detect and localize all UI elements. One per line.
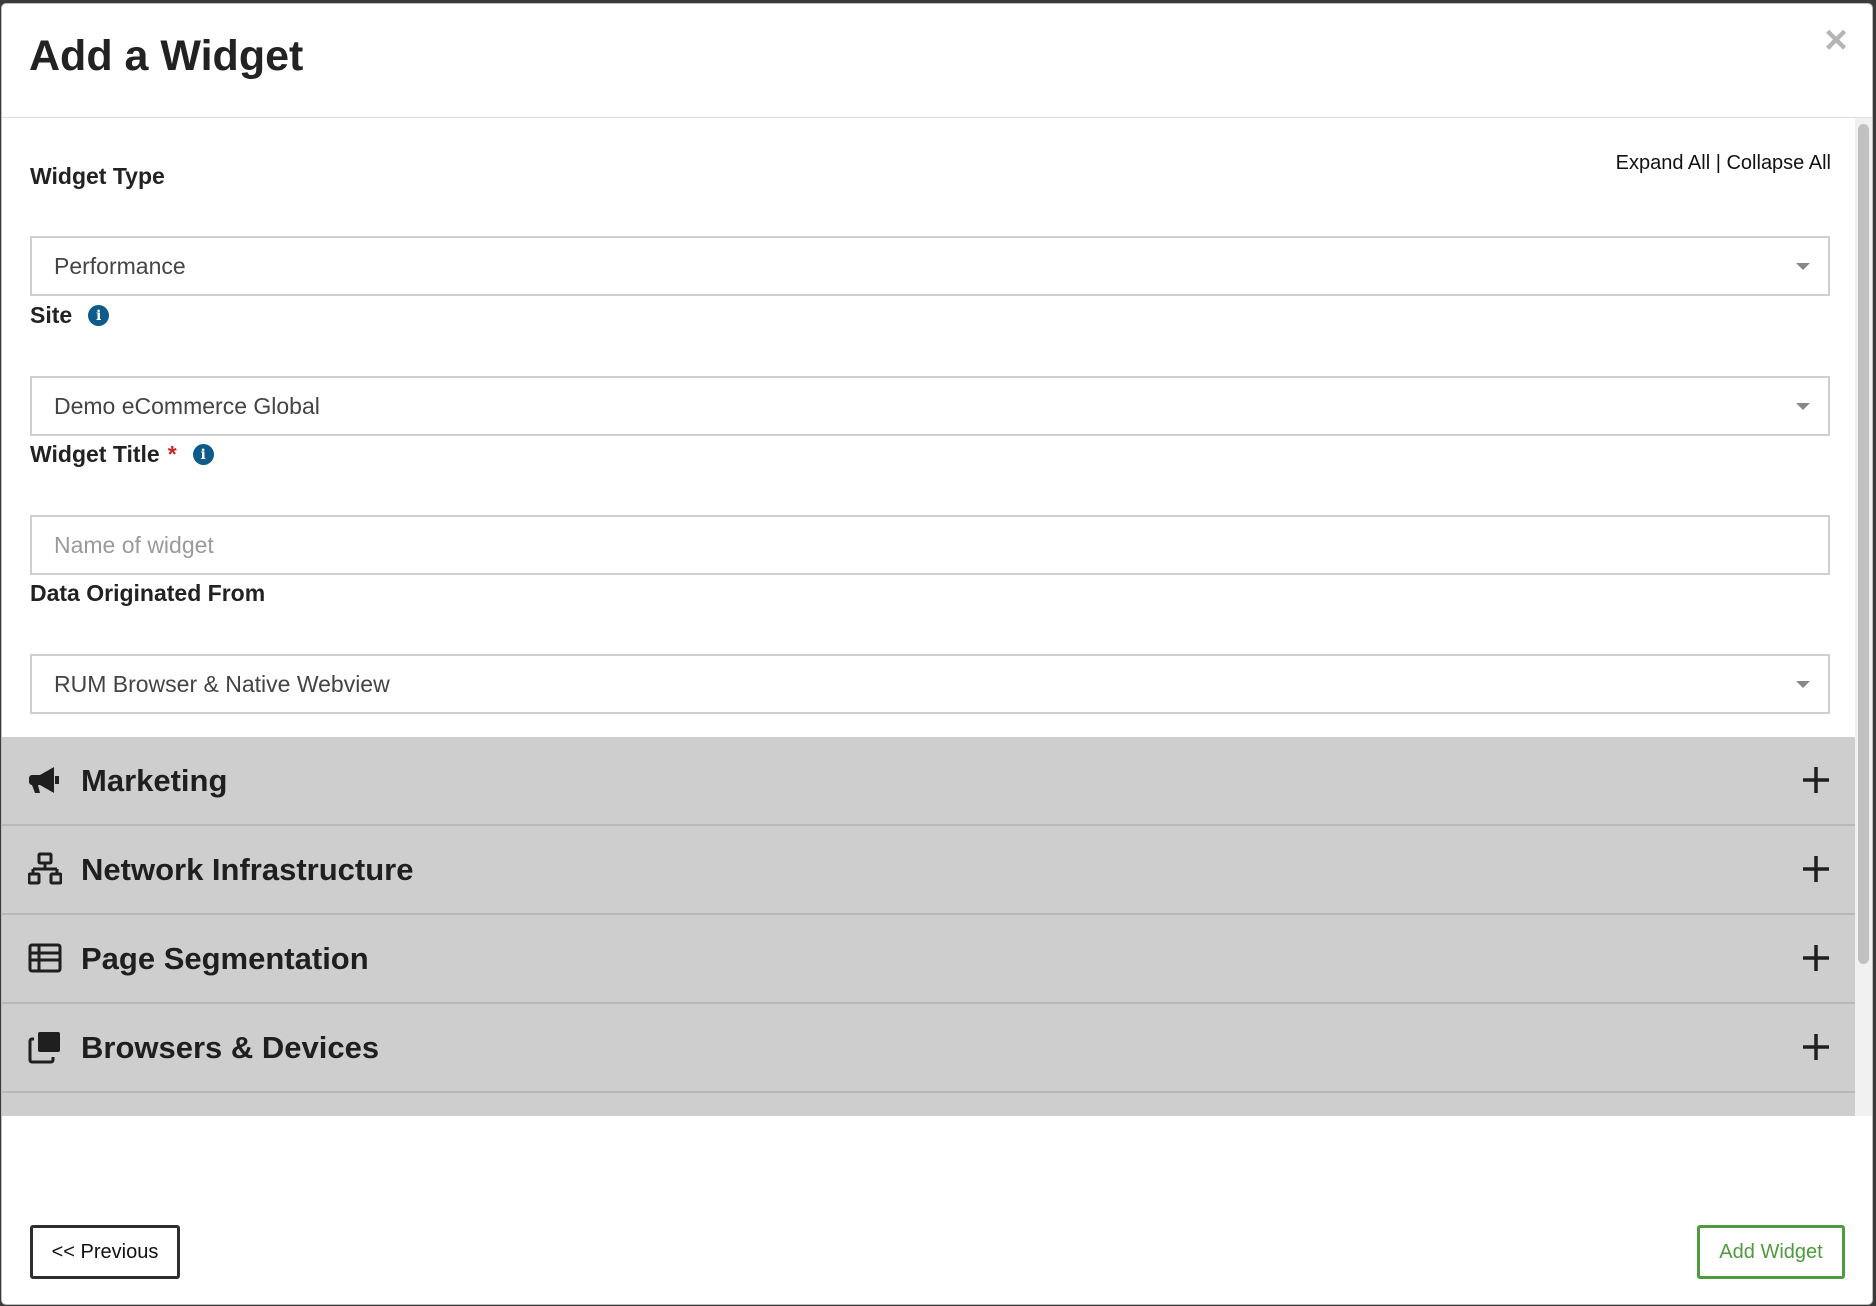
- widget-title-input[interactable]: Name of widget: [30, 515, 1830, 575]
- close-icon[interactable]: ×: [1818, 20, 1854, 60]
- site-label: Site i: [30, 302, 110, 329]
- plus-icon[interactable]: [1799, 852, 1833, 886]
- copy-windows-icon: [28, 1032, 60, 1064]
- add-widget-button[interactable]: Add Widget: [1697, 1225, 1845, 1279]
- accordion-item-marketing[interactable]: Marketing: [2, 737, 1855, 826]
- widget-title-placeholder: Name of widget: [54, 531, 214, 558]
- plus-icon[interactable]: [1799, 1030, 1833, 1064]
- widget-title-label: Widget Title * i: [30, 441, 214, 468]
- accordion-item-browsers-devices[interactable]: Browsers & Devices: [2, 1004, 1855, 1093]
- widget-title-label-text: Widget Title: [30, 441, 160, 467]
- expand-collapse-links: Expand All | Collapse All: [1616, 152, 1831, 175]
- info-icon[interactable]: i: [192, 444, 214, 465]
- data-origin-select[interactable]: RUM Browser & Native Webview: [30, 654, 1830, 714]
- chevron-down-icon: [1796, 403, 1810, 410]
- chevron-down-icon: [1796, 681, 1810, 688]
- previous-button[interactable]: << Previous: [30, 1225, 180, 1279]
- accordion-label: Browsers & Devices: [81, 1029, 380, 1065]
- modal-title: Add a Widget: [29, 32, 304, 80]
- widget-type-label-text: Widget Type: [30, 163, 165, 189]
- modal-body: Expand All | Collapse All Widget Type Pe…: [2, 118, 1855, 1116]
- widget-type-value: Performance: [54, 252, 186, 279]
- accordion-label: Marketing: [81, 762, 228, 798]
- site-select[interactable]: Demo eCommerce Global: [30, 376, 1830, 436]
- network-icon: [28, 852, 62, 885]
- add-widget-modal: Add a Widget × Expand All | Collapse All…: [2, 4, 1872, 1304]
- scrollbar-thumb[interactable]: [1858, 124, 1869, 964]
- site-value: Demo eCommerce Global: [54, 392, 320, 419]
- list-icon: [28, 943, 62, 973]
- bullhorn-icon: [29, 767, 59, 793]
- modal-header: Add a Widget ×: [2, 4, 1872, 118]
- plus-icon[interactable]: [1799, 941, 1833, 975]
- site-label-text: Site: [30, 302, 73, 328]
- info-icon[interactable]: i: [88, 305, 110, 326]
- expand-all-link[interactable]: Expand All: [1616, 152, 1711, 174]
- collapse-all-link[interactable]: Collapse All: [1726, 152, 1831, 174]
- accordion-label: Network Infrastructure: [81, 851, 414, 887]
- data-origin-label-text: Data Originated From: [30, 580, 266, 606]
- chevron-down-icon: [1796, 263, 1810, 270]
- data-origin-label: Data Originated From: [30, 580, 265, 607]
- accordion-item-partial: [2, 1093, 1855, 1116]
- link-separator: |: [1715, 152, 1721, 174]
- widget-type-label: Widget Type: [30, 163, 165, 190]
- widget-options-accordion: Marketing Network Infrastructure Page Se…: [2, 737, 1855, 1116]
- scrollbar[interactable]: [1855, 118, 1872, 1116]
- accordion-item-network-infrastructure[interactable]: Network Infrastructure: [2, 826, 1855, 915]
- plus-icon[interactable]: [1799, 763, 1833, 797]
- accordion-label: Page Segmentation: [81, 940, 369, 976]
- widget-type-select[interactable]: Performance: [30, 236, 1830, 296]
- required-asterisk: *: [167, 441, 177, 467]
- data-origin-value: RUM Browser & Native Webview: [54, 670, 390, 697]
- accordion-item-page-segmentation[interactable]: Page Segmentation: [2, 915, 1855, 1004]
